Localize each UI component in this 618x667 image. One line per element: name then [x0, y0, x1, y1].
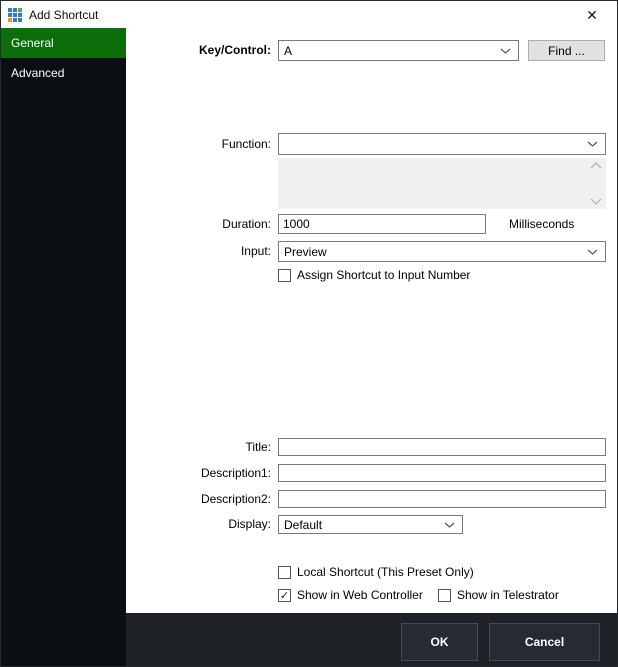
add-shortcut-dialog: Add Shortcut ✕ General Advanced Key/Cont…: [0, 0, 618, 667]
show-telestrator-label: Show in Telestrator: [457, 589, 559, 602]
scroll-down-icon[interactable]: [590, 198, 602, 205]
title-input[interactable]: [278, 438, 606, 456]
assign-input-number-checkbox[interactable]: [278, 269, 291, 282]
local-shortcut-label: Local Shortcut (This Preset Only): [297, 566, 474, 579]
show-telestrator-checkbox[interactable]: [438, 589, 451, 602]
description2-input[interactable]: [278, 490, 606, 508]
function-select[interactable]: [278, 133, 606, 155]
chevron-down-icon: [500, 48, 511, 54]
display-value: Default: [284, 518, 322, 532]
description2-label: Description2:: [131, 490, 271, 508]
window-title: Add Shortcut: [29, 8, 98, 22]
local-shortcut-checkbox[interactable]: [278, 566, 291, 579]
description1-label: Description1:: [131, 464, 271, 482]
titlebar: Add Shortcut ✕: [1, 1, 617, 28]
key-control-label: Key/Control:: [131, 40, 271, 61]
title-label: Title:: [131, 438, 271, 456]
scroll-up-icon[interactable]: [590, 162, 602, 169]
sidebar: General Advanced: [1, 28, 126, 666]
function-label: Function:: [131, 133, 271, 155]
display-label: Display:: [131, 515, 271, 534]
milliseconds-label: Milliseconds: [509, 214, 574, 234]
vmix-app-icon: [8, 8, 22, 22]
tab-advanced[interactable]: Advanced: [1, 58, 126, 88]
tab-general[interactable]: General: [1, 28, 126, 58]
chevron-down-icon: [587, 249, 598, 255]
duration-input[interactable]: [278, 214, 486, 234]
input-select[interactable]: Preview: [278, 241, 606, 262]
show-web-controller-checkbox[interactable]: ✓: [278, 589, 291, 602]
duration-label: Duration:: [131, 214, 271, 234]
find-button[interactable]: Find ...: [528, 40, 605, 61]
description1-input[interactable]: [278, 464, 606, 482]
ok-button[interactable]: OK: [401, 623, 478, 661]
key-control-value: A: [284, 44, 292, 58]
cancel-button[interactable]: Cancel: [489, 623, 600, 661]
close-icon[interactable]: ✕: [582, 5, 602, 25]
key-control-select[interactable]: A: [278, 40, 519, 61]
function-description-box: [278, 158, 606, 209]
show-web-controller-label: Show in Web Controller: [297, 589, 423, 602]
display-select[interactable]: Default: [278, 515, 463, 534]
input-value: Preview: [284, 245, 327, 259]
chevron-down-icon: [587, 141, 598, 147]
chevron-down-icon: [444, 522, 455, 528]
assign-input-number-label: Assign Shortcut to Input Number: [297, 269, 470, 282]
input-label: Input:: [131, 241, 271, 262]
